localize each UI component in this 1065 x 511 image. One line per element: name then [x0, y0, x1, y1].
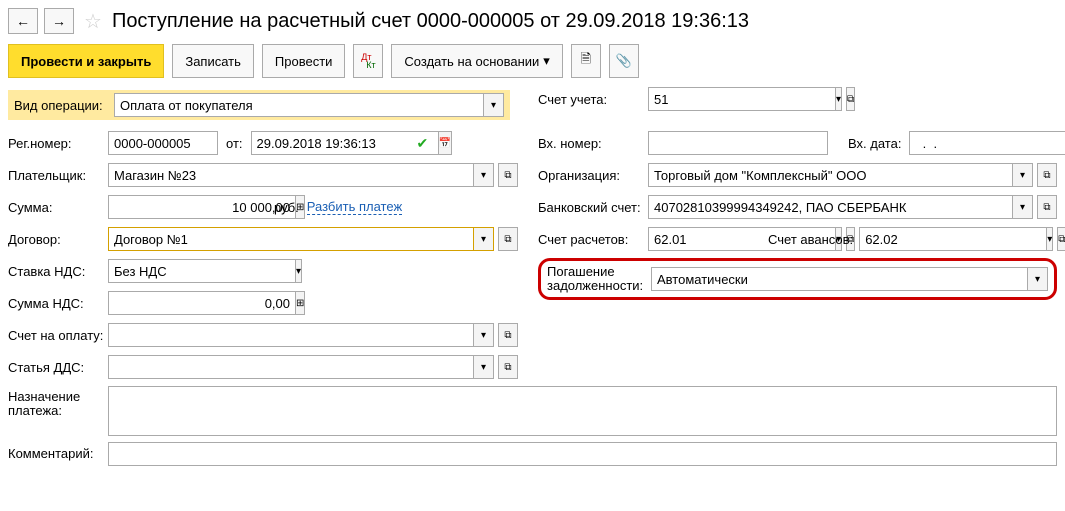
vat-rate-input[interactable]: [108, 259, 296, 283]
dropdown-icon[interactable]: ▾: [474, 163, 494, 187]
open-icon[interactable]: ⧉: [846, 87, 855, 111]
organization-input[interactable]: [648, 163, 1013, 187]
dropdown-icon[interactable]: ▾: [474, 323, 494, 347]
purpose-textarea[interactable]: [108, 386, 1057, 436]
advance-account-input[interactable]: [859, 227, 1047, 251]
open-icon[interactable]: ⧉: [1057, 227, 1065, 251]
currency-label: руб.: [274, 200, 299, 215]
open-icon[interactable]: ⧉: [498, 323, 518, 347]
dropdown-icon[interactable]: ▾: [474, 227, 494, 251]
dropdown-icon[interactable]: ▾: [1013, 195, 1033, 219]
in-number-input[interactable]: [648, 131, 828, 155]
from-label: от:: [226, 136, 243, 151]
dropdown-icon[interactable]: ▾: [1047, 227, 1053, 251]
open-icon[interactable]: ⧉: [498, 355, 518, 379]
vat-sum-input[interactable]: [108, 291, 296, 315]
dropdown-icon[interactable]: ▾: [836, 87, 842, 111]
split-payment-link[interactable]: Разбить платеж: [307, 199, 402, 215]
sum-label: Сумма:: [8, 200, 108, 215]
contract-input[interactable]: [108, 227, 474, 251]
favorite-star-icon[interactable]: ☆: [84, 9, 102, 34]
post-button[interactable]: Провести: [262, 44, 346, 78]
debt-repayment-label: Погашение задолженности:: [547, 265, 651, 293]
organization-label: Организация:: [538, 168, 648, 183]
in-date-label: Вх. дата:: [848, 136, 901, 151]
comment-input[interactable]: [108, 442, 1057, 466]
dropdown-icon[interactable]: ▾: [296, 259, 302, 283]
debt-repayment-highlight: Погашение задолженности: ▾: [538, 258, 1057, 300]
account-input[interactable]: [648, 87, 836, 111]
reg-number-label: Рег.номер:: [8, 136, 108, 151]
invoice-label: Счет на оплату:: [8, 328, 108, 343]
operation-type-label: Вид операции:: [14, 98, 114, 113]
payer-label: Плательщик:: [8, 168, 108, 183]
in-number-label: Вх. номер:: [538, 136, 648, 151]
dropdown-icon[interactable]: ▾: [1028, 267, 1048, 291]
dropdown-icon[interactable]: ▾: [474, 355, 494, 379]
in-date-input[interactable]: [909, 131, 1065, 155]
dropdown-icon[interactable]: ▾: [484, 93, 504, 117]
forward-button[interactable]: →: [44, 8, 74, 34]
dtkt-icon: Дт Кт: [361, 53, 375, 69]
calculator-icon[interactable]: ⊞: [296, 291, 305, 315]
dds-item-input[interactable]: [108, 355, 474, 379]
post-and-close-button[interactable]: Провести и закрыть: [8, 44, 164, 78]
comment-label: Комментарий:: [8, 442, 108, 461]
open-icon[interactable]: ⧉: [498, 227, 518, 251]
purpose-label: Назначение платежа:: [8, 386, 108, 418]
report-button[interactable]: 🗎: [571, 44, 601, 78]
page-title: Поступление на расчетный счет 0000-00000…: [112, 10, 749, 33]
dropdown-icon[interactable]: ▾: [1013, 163, 1033, 187]
attach-button[interactable]: 📎: [609, 44, 639, 78]
settlement-account-label: Счет расчетов:: [538, 232, 648, 247]
back-button[interactable]: ←: [8, 8, 38, 34]
bank-account-input[interactable]: [648, 195, 1013, 219]
paperclip-icon: 📎: [616, 53, 632, 69]
debt-repayment-input[interactable]: [651, 267, 1028, 291]
open-icon[interactable]: ⧉: [1037, 163, 1057, 187]
create-based-button[interactable]: Создать на основании ▾: [391, 44, 562, 78]
date-input[interactable]: [251, 131, 439, 155]
dtkt-button[interactable]: Дт Кт: [353, 44, 383, 78]
invoice-input[interactable]: [108, 323, 474, 347]
check-icon: ✔: [417, 135, 429, 152]
vat-rate-label: Ставка НДС:: [8, 264, 108, 279]
calendar-icon[interactable]: 📅: [439, 131, 452, 155]
bank-account-label: Банковский счет:: [538, 200, 648, 215]
dds-item-label: Статья ДДС:: [8, 360, 108, 375]
account-label: Счет учета:: [538, 92, 648, 107]
chevron-down-icon: ▾: [543, 53, 550, 69]
operation-type-input[interactable]: [114, 93, 484, 117]
contract-label: Договор:: [8, 232, 108, 247]
reg-number-input[interactable]: [108, 131, 218, 155]
save-button[interactable]: Записать: [172, 44, 254, 78]
vat-sum-label: Сумма НДС:: [8, 296, 108, 311]
document-icon: 🗎: [581, 50, 591, 72]
open-icon[interactable]: ⧉: [1037, 195, 1057, 219]
open-icon[interactable]: ⧉: [498, 163, 518, 187]
sum-input[interactable]: [108, 195, 296, 219]
advance-account-label: Счет авансов:: [768, 232, 853, 247]
payer-input[interactable]: [108, 163, 474, 187]
